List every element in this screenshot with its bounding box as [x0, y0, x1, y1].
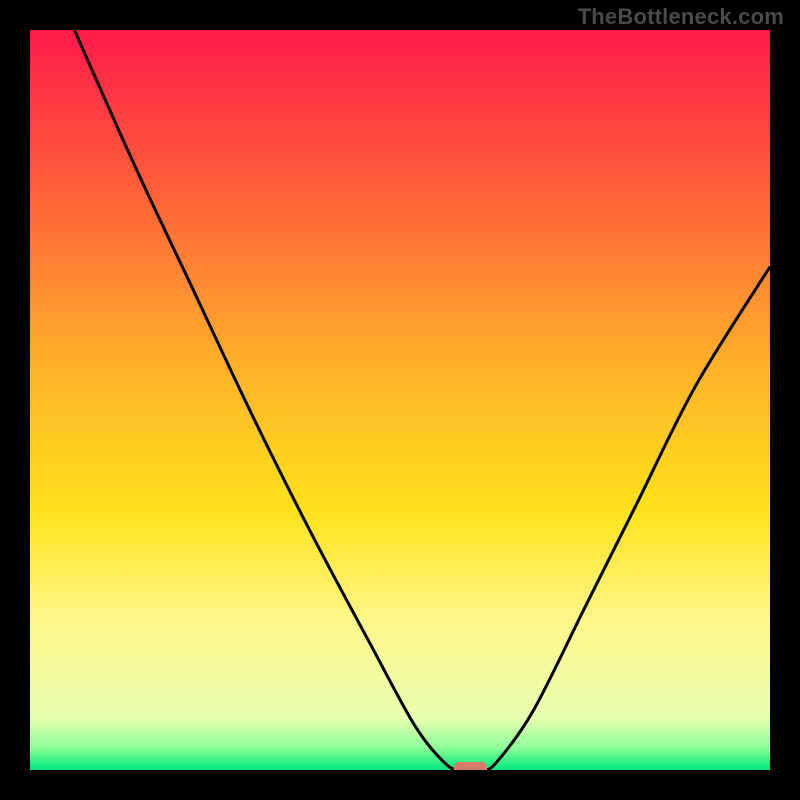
minimum-marker [454, 762, 487, 770]
plot-area [30, 30, 770, 770]
chart-frame: TheBottleneck.com [0, 0, 800, 800]
gradient-background [30, 30, 770, 770]
plot-svg [30, 30, 770, 770]
watermark-label: TheBottleneck.com [578, 4, 784, 30]
